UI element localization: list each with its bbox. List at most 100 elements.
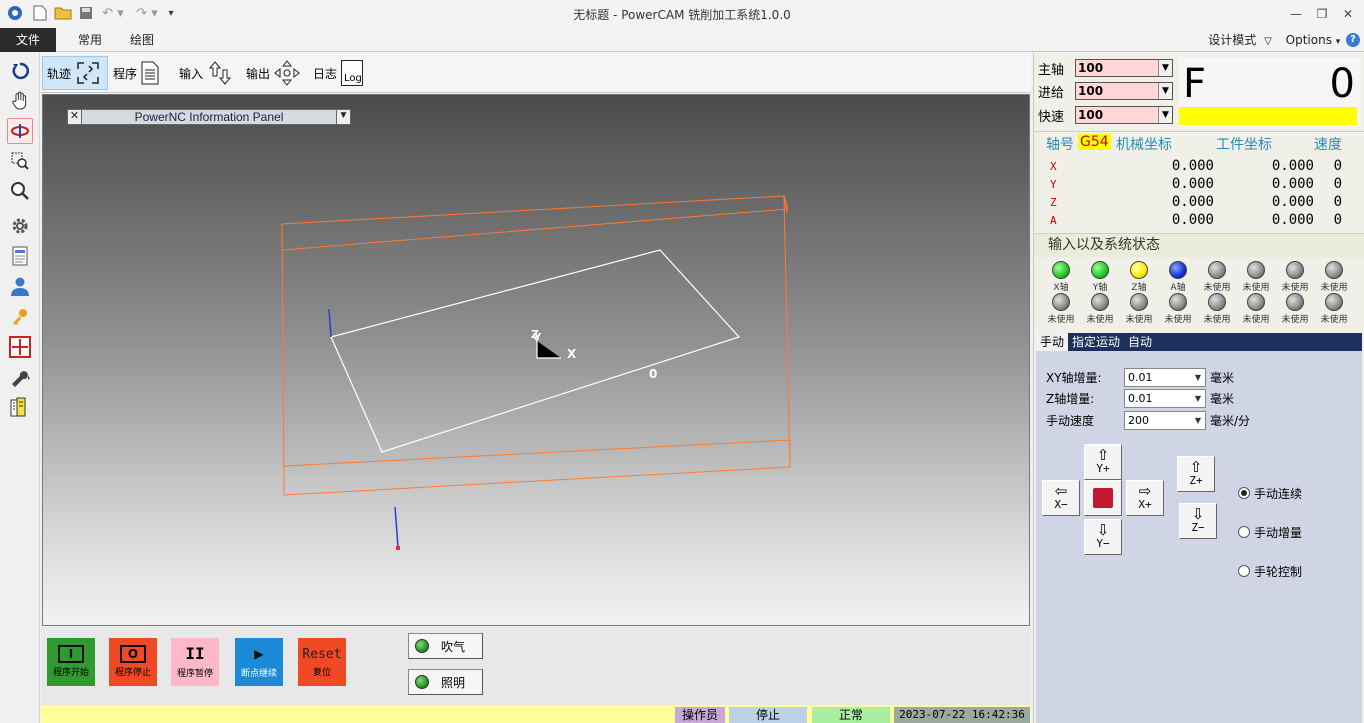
program-pause-button[interactable]: II 程序暂停 (171, 638, 219, 686)
radio-label: 手动连续 (1254, 486, 1303, 501)
jog-stop-button[interactable] (1084, 480, 1122, 516)
io-label: 未使用 (1086, 315, 1114, 325)
io-label: X轴 (1053, 283, 1069, 293)
pan-hand-icon[interactable] (7, 88, 33, 114)
io-indicator: A轴 (1159, 261, 1197, 293)
program-start-label: 程序开始 (52, 668, 89, 678)
app-logo-icon[interactable] (6, 5, 24, 21)
window-title: 无标题 - PowerCAM 铣削加工系统1.0.0 (573, 8, 791, 22)
jog-x-minus-label: X− (1054, 498, 1068, 511)
stop-icon (1093, 488, 1113, 508)
jog-z-minus-button[interactable]: ⇩ Z− (1179, 503, 1217, 539)
tab-auto[interactable]: 自动 (1124, 333, 1156, 351)
output-button[interactable]: 输出 (246, 56, 308, 90)
log-button[interactable]: 日志 Log (313, 56, 371, 90)
customize-quick-access-icon[interactable]: ▾ (164, 5, 178, 21)
io-led (1091, 261, 1109, 279)
key-icon[interactable] (7, 303, 33, 329)
breakpoint-resume-button[interactable]: ▶ 断点继续 (235, 638, 283, 686)
crosshair-icon[interactable] (7, 334, 33, 360)
io-indicator: 未使用 (1042, 293, 1080, 325)
wcs-badge[interactable]: G54 (1078, 134, 1111, 150)
io-indicator: 未使用 (1120, 293, 1158, 325)
redo-icon[interactable]: ↷ ▾ (134, 5, 160, 21)
io-label: 未使用 (1203, 315, 1231, 325)
zoom-icon[interactable] (7, 178, 33, 204)
program-pause-label: 程序暂停 (176, 669, 213, 679)
tab-manual[interactable]: 手动 (1036, 333, 1069, 351)
input-button[interactable]: 输入 (179, 56, 239, 90)
reset-button[interactable]: Reset 复位 (298, 638, 346, 686)
rapid-override-select[interactable]: 100 ▼ (1075, 106, 1173, 124)
design-mode-menu[interactable]: 设计模式 ▽ (1200, 28, 1280, 52)
3d-viewport[interactable]: ✕ PowerNC Information Panel ▼ X Z Y 0 (42, 94, 1030, 626)
spindle-override-select[interactable]: 100 ▼ (1075, 59, 1173, 77)
tab-specified-motion[interactable]: 指定运动 (1068, 333, 1124, 351)
undo-icon[interactable]: ↶ ▾ (100, 5, 126, 21)
reset-text: Reset (302, 647, 342, 662)
minimize-button[interactable]: — (1286, 6, 1306, 22)
io-indicator: 未使用 (1276, 293, 1314, 325)
jog-y-plus-button[interactable]: ⇧ Y+ (1084, 444, 1122, 480)
blow-air-button[interactable]: 吹气 (408, 633, 483, 659)
rapid-label: 快速 (1038, 109, 1065, 125)
col-machine: 机械坐标 (1116, 137, 1172, 153)
jog-z-plus-button[interactable]: ⇧ Z+ (1177, 456, 1215, 492)
track-view-button[interactable]: 轨迹 (42, 56, 108, 90)
xy-increment-select[interactable]: 0.01 ▼ (1124, 367, 1206, 387)
io-led (1247, 293, 1265, 311)
light-status-led (415, 675, 429, 689)
radio-indicator (1238, 565, 1250, 577)
menu-file[interactable]: 文件 (0, 28, 56, 52)
z-increment-select[interactable]: 0.01 ▼ (1124, 388, 1206, 408)
new-file-icon[interactable] (32, 5, 48, 21)
manual-speed-select[interactable]: 200 ▼ (1124, 410, 1206, 430)
io-led (1286, 261, 1304, 279)
wrench-icon[interactable] (7, 364, 33, 390)
radio-manual-increment[interactable]: 手动增量 (1238, 524, 1302, 540)
radio-manual-continuous[interactable]: 手动连续 (1238, 485, 1302, 501)
options-menu[interactable]: Options ▾ (1284, 28, 1342, 52)
menu-bar: 文件 常用 绘图 设计模式 ▽ Options ▾ ? (0, 28, 1364, 52)
radio-handwheel[interactable]: 手轮控制 (1238, 563, 1302, 579)
jog-x-plus-button[interactable]: ⇨ X+ (1126, 480, 1164, 516)
close-button[interactable]: ✕ (1338, 6, 1358, 22)
gear-icon[interactable] (7, 213, 33, 239)
axis-row-y: Y 0.000 0.000 0 (1034, 176, 1364, 194)
user-icon[interactable] (7, 273, 33, 299)
program-view-button[interactable]: 程序 (113, 56, 169, 90)
jog-x-minus-button[interactable]: ⇦ X− (1042, 480, 1080, 516)
axis-x-label: X (567, 347, 577, 361)
jog-y-minus-button[interactable]: ⇩ Y− (1084, 519, 1122, 555)
pause-icon: II (185, 644, 205, 663)
feed-label: 进给 (1038, 85, 1065, 101)
feed-override-select[interactable]: 100 ▼ (1075, 82, 1173, 100)
open-folder-icon[interactable] (54, 5, 72, 21)
arrow-left-icon: ⇦ (1054, 482, 1068, 500)
arrow-up-icon: ⇧ (1096, 446, 1110, 464)
menu-drawing[interactable]: 绘图 (122, 28, 162, 52)
view-toolbar: 轨迹 程序 输入 输出 日志 Log (41, 53, 1031, 93)
tools-library-icon[interactable] (7, 394, 33, 420)
program-stop-button[interactable]: O 程序停止 (109, 638, 157, 686)
status-datetime: 2023-07-22 16:42:36 (894, 707, 1030, 723)
arrow-down-icon: ⇩ (1191, 505, 1205, 523)
io-led (1325, 261, 1343, 279)
rotate-view-icon[interactable] (7, 58, 33, 84)
save-icon[interactable] (78, 5, 94, 21)
document-icon[interactable] (7, 243, 33, 269)
restore-button[interactable]: ❐ (1312, 6, 1332, 22)
manual-speed-row: 手动速度 200 ▼ 毫米/分 (1046, 410, 1250, 430)
orbit-icon[interactable] (7, 118, 33, 144)
zoom-window-icon[interactable] (7, 148, 33, 174)
arrow-right-icon: ⇨ (1138, 482, 1152, 500)
io-label: 未使用 (1242, 283, 1270, 293)
light-button[interactable]: 照明 (408, 669, 483, 695)
col-work: 工件坐标 (1216, 137, 1272, 153)
menu-common[interactable]: 常用 (70, 28, 110, 52)
jog-z-minus-label: Z− (1191, 521, 1205, 534)
program-start-button[interactable]: I 程序开始 (47, 638, 95, 686)
axis-name: A (1050, 214, 1057, 227)
radio-label: 手动增量 (1254, 525, 1303, 540)
help-icon[interactable]: ? (1346, 33, 1360, 47)
